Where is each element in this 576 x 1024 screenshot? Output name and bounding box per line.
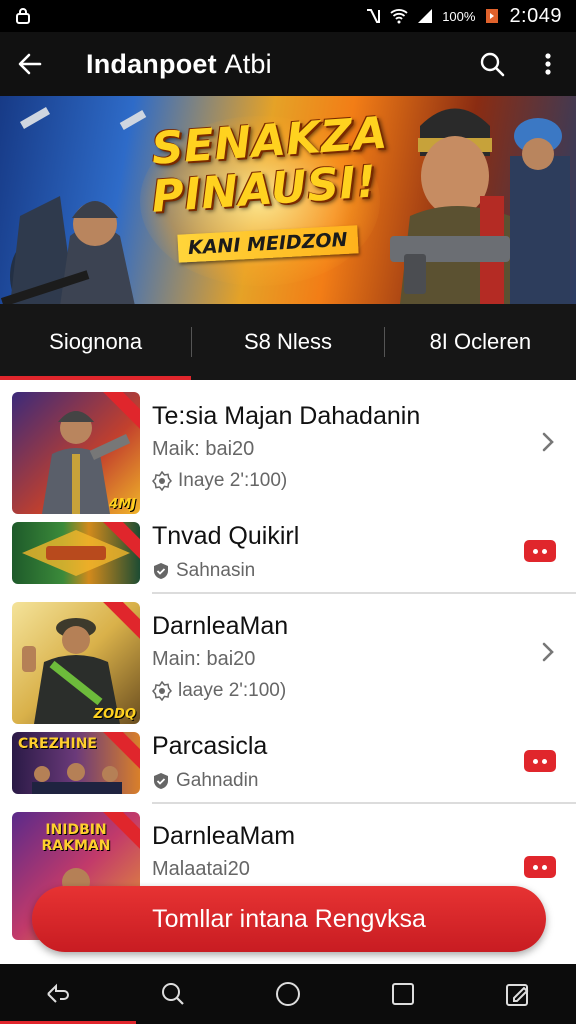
more-vert-icon (545, 53, 551, 75)
nav-home-icon (275, 982, 300, 1006)
nav-search-icon (161, 983, 184, 1005)
page-title: Indanpoet Atbi (60, 49, 464, 80)
list-item[interactable]: CREZHINE Parcasicla Gahnadin (0, 730, 576, 798)
chevron-right-icon[interactable] (538, 638, 558, 666)
battery-icon (486, 9, 499, 23)
promo-banner[interactable]: SENAKZA PINAUSI! KANI MEIDZON (0, 96, 576, 304)
status-bar: 100% 2:049 (0, 0, 576, 32)
banner-soldier-right-illustration (390, 108, 570, 304)
nav-recents-button[interactable] (373, 964, 433, 1024)
list-item-meta-text: Inaye 2':100) (178, 470, 288, 491)
banner-soldier-left-illustration (0, 107, 147, 304)
nav-edit-icon (506, 984, 529, 1006)
tab-siognona[interactable]: Siognona (0, 304, 192, 380)
nav-search-button[interactable] (143, 964, 203, 1024)
system-nav-bar (0, 964, 576, 1024)
nav-home-button[interactable] (258, 964, 318, 1024)
list-item-subtitle: Maik: bai20 (152, 438, 255, 460)
list-item-title: Parcasicla (152, 732, 268, 760)
search-button[interactable] (464, 32, 520, 96)
tab-label: Siognona (49, 329, 143, 354)
tab-label: 8I Ocleren (429, 329, 532, 354)
list-item[interactable]: ZODQ DarnleaMan Main: bai20 laaye 2':100… (0, 602, 576, 728)
primary-action-button[interactable]: Tomllar intana Rengvksa (32, 886, 546, 952)
shield-check-icon (154, 563, 168, 579)
list-item-thumbnail: CREZHINE (12, 732, 140, 794)
list-item-thumbnail: 4MJ (12, 392, 140, 514)
more-options-button[interactable] (520, 32, 576, 96)
search-icon (480, 52, 505, 77)
nav-recents-icon (392, 983, 415, 1005)
list-divider (152, 592, 576, 594)
youtube-icon[interactable] (524, 750, 556, 772)
nav-back-icon (46, 983, 69, 1003)
thumbnail-corner-label: ZODQ (93, 707, 136, 722)
badge-icon (152, 681, 172, 701)
youtube-icon[interactable] (524, 540, 556, 562)
list-item[interactable]: 4MJ Te:sia Majan Dahadanin Maik: bai20 I… (0, 392, 576, 518)
list-item-subtitle: Main: bai20 (152, 648, 256, 670)
tab-bar: Siognona S8 Nless 8I Ocleren (0, 304, 576, 380)
primary-action-label: Tomllar intana Rengvksa (152, 904, 426, 933)
list-item-thumbnail (12, 522, 140, 584)
list-divider (152, 802, 576, 804)
page-title-main: Indanpoet (86, 48, 217, 79)
lock-icon (16, 8, 30, 24)
list-item[interactable]: Tnvad Quikirl Sahnasin (0, 520, 576, 588)
nav-back-button[interactable] (28, 964, 88, 1024)
thumbnail-corner-label: 4MJ (109, 497, 136, 512)
wifi-icon (390, 9, 408, 24)
list-item-title: Te:sia Majan Dahadanin (152, 402, 421, 430)
list-item-meta: Inaye 2':100) (152, 470, 287, 492)
page-title-suffix: Atbi (224, 48, 272, 79)
clock: 2:049 (509, 4, 562, 27)
shield-check-icon (154, 773, 168, 789)
list-item-title: DarnleaMan (152, 612, 289, 640)
list-item-meta-text: laaye 2':100) (178, 680, 287, 701)
app-bar: Indanpoet Atbi (0, 32, 576, 96)
signal-icon (418, 9, 433, 23)
nfc-icon (367, 9, 381, 23)
tab-s8-nless[interactable]: S8 Nless (192, 304, 383, 380)
list-item-meta-text: Gahnadin (176, 770, 259, 791)
list-item-title: DarnleaMam (152, 822, 296, 850)
youtube-icon[interactable] (524, 856, 556, 878)
list-item-meta: Gahnadin (152, 770, 258, 792)
back-button[interactable] (0, 32, 60, 96)
tab-8i-ocleren[interactable]: 8I Ocleren (385, 304, 576, 380)
chevron-right-icon[interactable] (538, 428, 558, 456)
list-item-subtitle: Malaatai20 (152, 858, 250, 880)
list-item-meta-text: Sahnasin (176, 560, 256, 581)
list-item-title: Tnvad Quikirl (152, 522, 300, 550)
list-item-thumbnail: ZODQ (12, 602, 140, 724)
battery-percent: 100% (442, 8, 476, 24)
nav-edit-button[interactable] (488, 964, 548, 1024)
back-arrow-icon (18, 53, 42, 75)
list-item-meta: Sahnasin (152, 560, 255, 582)
list-item-meta: laaye 2':100) (152, 680, 286, 702)
tab-label: S8 Nless (243, 329, 333, 354)
badge-icon (152, 471, 172, 491)
